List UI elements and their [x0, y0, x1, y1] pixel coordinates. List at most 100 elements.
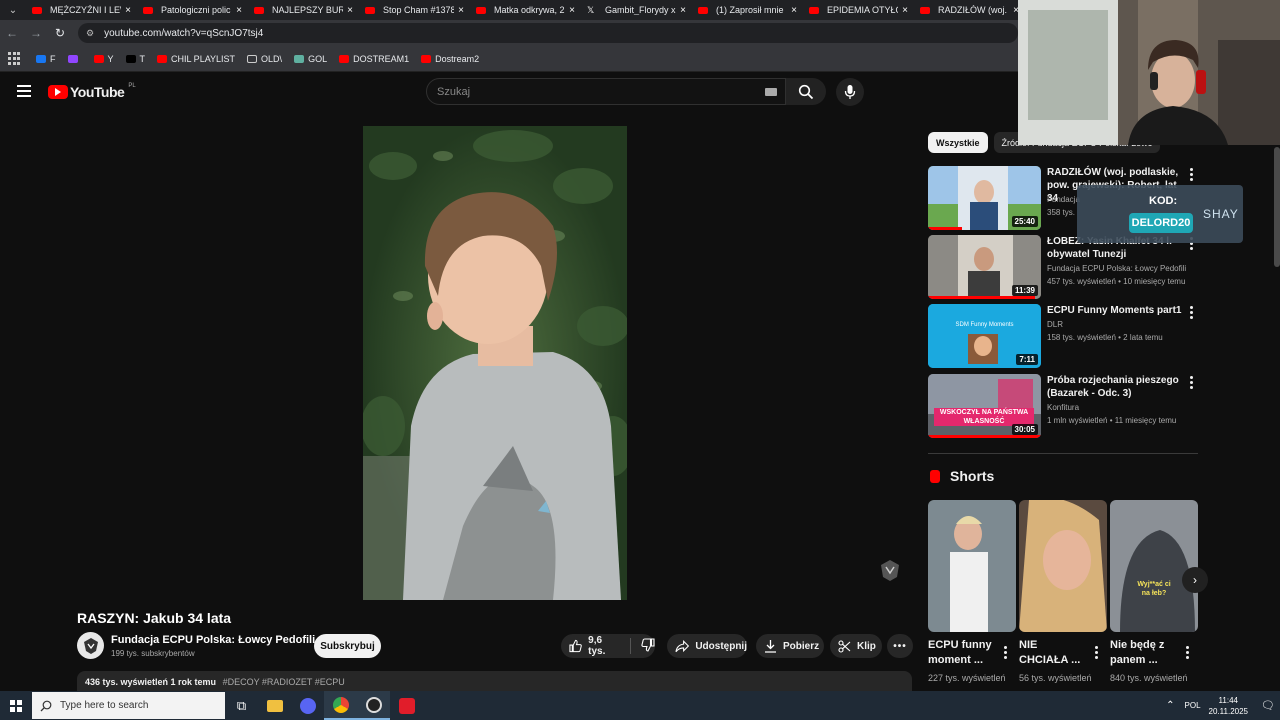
- browser-tab[interactable]: 𝕏 Gambit_Florydy x ×: [581, 0, 692, 20]
- short-title[interactable]: ECPU funny moment ...: [928, 638, 998, 668]
- more-vertical-icon[interactable]: [1188, 306, 1194, 319]
- close-tab-icon[interactable]: ×: [347, 5, 353, 16]
- bookmark-item[interactable]: F: [36, 54, 56, 64]
- bookmark-item[interactable]: Y: [93, 54, 114, 64]
- like-button[interactable]: 9,6 tys.: [569, 635, 620, 657]
- chrome-icon[interactable]: [324, 691, 357, 720]
- taskbar-search[interactable]: Type here to search: [32, 692, 225, 719]
- channel-avatar[interactable]: [77, 632, 104, 659]
- clip-button[interactable]: Klip: [830, 634, 882, 658]
- video-player[interactable]: [363, 126, 627, 600]
- file-explorer-icon[interactable]: [258, 691, 291, 720]
- tab-title: Patologiczni polic: [161, 5, 231, 15]
- bookmark-item[interactable]: [67, 54, 82, 63]
- bookmark-item[interactable]: Dostream2: [421, 54, 479, 64]
- short-item[interactable]: Wyj**ać ci na łeb? Nie będę z panem ... 84…: [1110, 500, 1198, 684]
- clock[interactable]: 11:44 20.11.2025: [1209, 695, 1248, 717]
- dislike-button[interactable]: [641, 637, 655, 655]
- system-tray: ⌃ POL 11:44 20.11.2025 🗨: [1166, 691, 1280, 720]
- apps-grid-icon[interactable]: [8, 51, 22, 66]
- youtube-logo[interactable]: YouTube PL: [48, 83, 136, 100]
- close-tab-icon[interactable]: ×: [902, 5, 908, 16]
- short-title[interactable]: NIE CHCIAŁA ...: [1019, 638, 1089, 668]
- notifications-icon[interactable]: 🗨: [1256, 699, 1280, 712]
- channel-watermark[interactable]: [877, 557, 903, 583]
- chip-all[interactable]: Wszystkie: [928, 132, 988, 153]
- bookmark-item[interactable]: CHIL PLAYLIST: [157, 54, 235, 64]
- keyboard-icon[interactable]: [765, 88, 777, 96]
- back-icon[interactable]: ←: [0, 26, 24, 40]
- tab-search-icon[interactable]: ⌄: [0, 0, 26, 20]
- start-button[interactable]: [0, 691, 32, 720]
- recommended-title[interactable]: ECPU Funny Moments part1: [1047, 304, 1182, 317]
- reload-icon[interactable]: ↻: [48, 26, 72, 40]
- channel-name[interactable]: Fundacja ECPU Polska: Łowcy Pedofili: [111, 634, 315, 646]
- obs-icon[interactable]: [357, 691, 390, 720]
- shorts-next-button[interactable]: ›: [1182, 567, 1208, 593]
- short-title[interactable]: Nie będę z panem ...: [1110, 638, 1180, 668]
- close-tab-icon[interactable]: ×: [680, 5, 686, 16]
- short-thumbnail[interactable]: [1019, 500, 1107, 632]
- more-vertical-icon[interactable]: [1002, 646, 1008, 659]
- input-language[interactable]: POL: [1185, 701, 1201, 710]
- more-actions-button[interactable]: •••: [887, 634, 913, 658]
- browser-tab[interactable]: NAJLEPSZY BURG×: [248, 0, 359, 20]
- short-item[interactable]: NIE CHCIAŁA ... 56 tys. wyświetleń: [1019, 500, 1107, 684]
- short-thumbnail[interactable]: [928, 500, 1016, 632]
- forward-icon[interactable]: →: [24, 26, 48, 40]
- site-info-icon[interactable]: ⚙: [86, 28, 94, 39]
- scissors-icon: [838, 639, 851, 653]
- short-thumbnail[interactable]: Wyj**ać ci na łeb?: [1110, 500, 1198, 632]
- bookmark-item[interactable]: T: [125, 54, 145, 64]
- tray-expand-icon[interactable]: ⌃: [1166, 700, 1174, 711]
- close-tab-icon[interactable]: ×: [236, 5, 242, 16]
- short-item[interactable]: ECPU funny moment ... 227 tys. wyświetleń: [928, 500, 1016, 684]
- close-tab-icon[interactable]: ×: [569, 5, 575, 16]
- recommended-channel[interactable]: Fundacja ECPU Polska: Łowcy Pedofili: [1047, 264, 1186, 273]
- discord-icon[interactable]: [291, 691, 324, 720]
- more-vertical-icon[interactable]: [1184, 646, 1190, 659]
- more-vertical-icon[interactable]: [1188, 376, 1194, 389]
- browser-tab[interactable]: Patologiczni polic ×: [137, 0, 248, 20]
- recommended-channel[interactable]: Fundacja: [1047, 195, 1080, 204]
- voice-search-button[interactable]: [836, 78, 864, 106]
- close-tab-icon[interactable]: ×: [791, 5, 797, 16]
- video-thumbnail[interactable]: 11:39: [928, 235, 1041, 299]
- download-button[interactable]: Pobierz: [756, 634, 824, 658]
- task-view-icon[interactable]: ⧉: [225, 691, 258, 720]
- address-bar[interactable]: ⚙ youtube.com/watch?v=qScnJO7tsj4: [78, 23, 1018, 43]
- video-thumbnail[interactable]: SDM Funny Moments 7:11: [928, 304, 1041, 368]
- browser-toolbar: ← → ↻ ⚙ youtube.com/watch?v=qScnJO7tsj4: [0, 20, 1018, 46]
- browser-tab[interactable]: RADZIŁÓW (woj. ×: [914, 0, 1025, 20]
- recommended-video[interactable]: WSKOCZYŁ NA PAŃSTWA WŁASNOŚĆ 30:05 Próba r…: [928, 374, 1198, 438]
- recommended-channel[interactable]: DLR: [1047, 320, 1063, 329]
- hamburger-menu-icon[interactable]: [17, 85, 31, 97]
- recommended-video[interactable]: 11:39ŁOBEZ: Yasin Khalfet 34 l. obywatel…: [928, 235, 1198, 299]
- video-thumbnail[interactable]: WSKOCZYŁ NA PAŃSTWA WŁASNOŚĆ 30:05: [928, 374, 1041, 438]
- browser-tab[interactable]: Stop Cham #1378 ×: [359, 0, 470, 20]
- more-vertical-icon[interactable]: [1188, 168, 1194, 181]
- recommended-title[interactable]: Próba rozjechania pieszego (Bazarek - Od…: [1047, 374, 1182, 400]
- page-scrollbar[interactable]: [1274, 147, 1280, 267]
- recommended-channel[interactable]: Konfitura: [1047, 403, 1079, 412]
- bookmark-item[interactable]: DOSTREAM1: [339, 54, 409, 64]
- browser-tab[interactable]: EPIDEMIA OTYŁOŚ ×: [803, 0, 914, 20]
- share-button[interactable]: Udostępnij: [667, 634, 747, 658]
- more-vertical-icon[interactable]: [1093, 646, 1099, 659]
- hashtags[interactable]: #DECOY #RADIOZET #ECPU: [223, 677, 345, 687]
- recommended-video[interactable]: SDM Funny Moments 7:11 ECPU Funny Moments …: [928, 304, 1198, 368]
- subscribe-button[interactable]: Subskrybuj: [314, 634, 381, 658]
- search-input[interactable]: Szukaj: [426, 78, 786, 105]
- bookmark-label: DOSTREAM1: [353, 53, 410, 64]
- browser-tab[interactable]: MĘŻCZYŹNI I LEW ×: [26, 0, 137, 20]
- video-thumbnail[interactable]: 25:40: [928, 166, 1041, 230]
- browser-tab[interactable]: Matka odkrywa, 2 ×: [470, 0, 581, 20]
- browser-tab[interactable]: (1) Zaprosił mnie ×: [692, 0, 803, 20]
- search-button[interactable]: [786, 78, 826, 105]
- close-tab-icon[interactable]: ×: [125, 5, 131, 16]
- bookmark-item[interactable]: GOL: [294, 54, 327, 64]
- close-tab-icon[interactable]: ×: [458, 5, 464, 16]
- description-box[interactable]: 436 tys. wyświetleń 1 rok temu #DECOY #R…: [77, 671, 912, 693]
- bookmark-item[interactable]: OLD\: [247, 54, 282, 64]
- streaming-app-icon[interactable]: [390, 691, 423, 720]
